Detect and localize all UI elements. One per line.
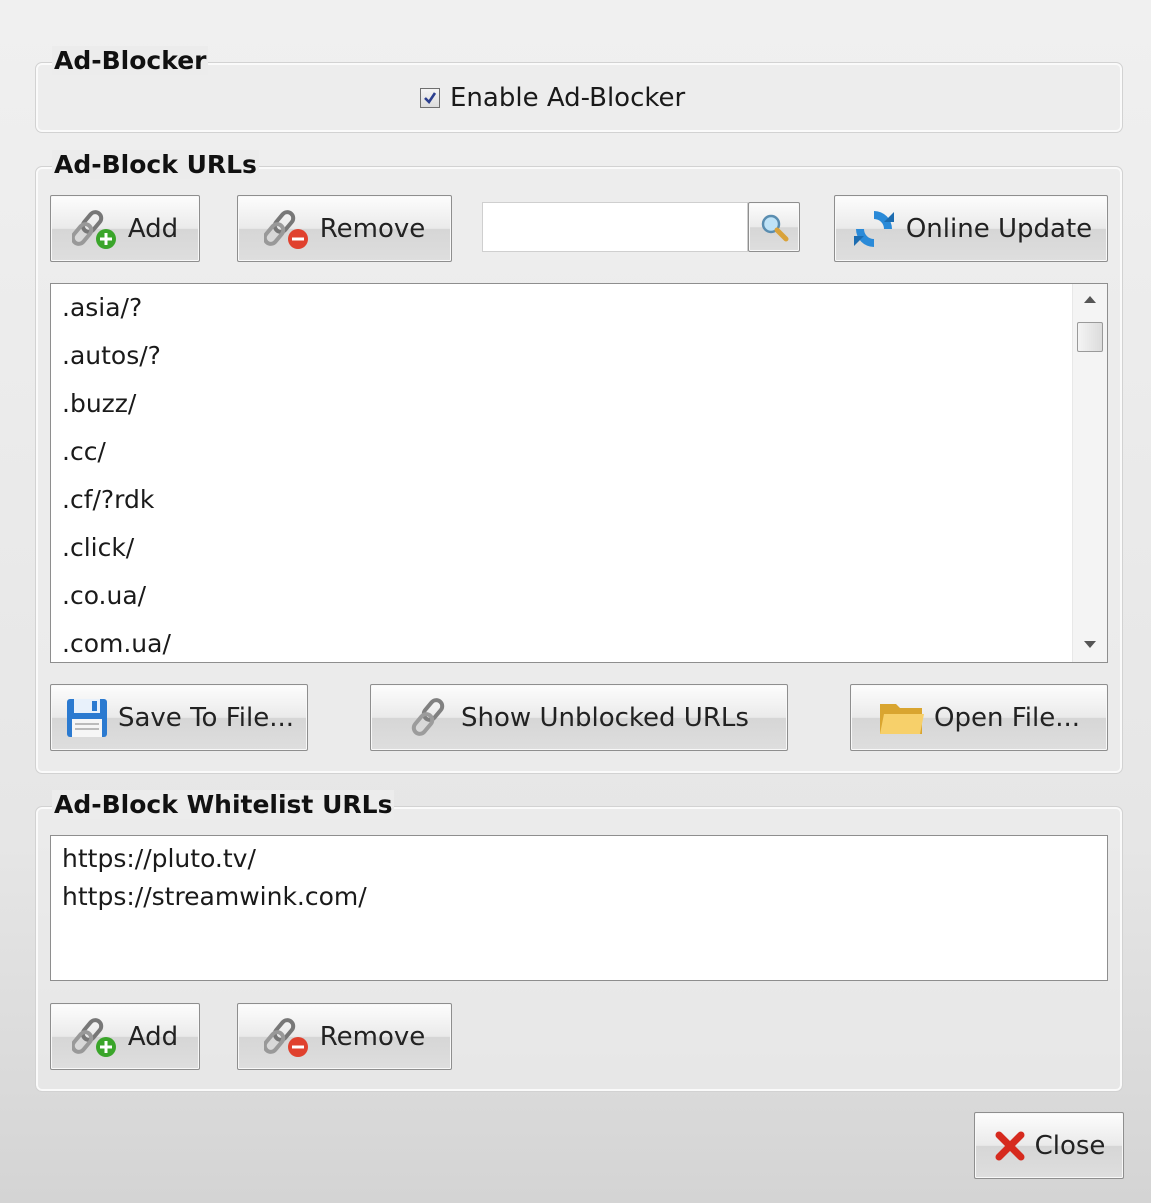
list-item[interactable]: .cf/?rdk [51,476,1073,524]
online-update-label: Online Update [905,213,1093,244]
urls-add-button[interactable]: Add [50,195,200,262]
close-button[interactable]: Close [974,1112,1124,1179]
link-remove-icon [263,1017,308,1057]
adblock-urls-legend: Ad-Block URLs [52,150,259,179]
folder-icon [879,703,924,734]
whitelist-listbox[interactable]: https://pluto.tv/ https://streamwink.com… [50,835,1108,981]
whitelist-remove-label: Remove [319,1021,426,1052]
urls-scrollbar[interactable] [1072,284,1107,662]
floppy-disk-icon [66,698,107,737]
checkmark-icon [424,92,437,105]
adblocker-group: Ad-Blocker Enable Ad-Blocker [35,46,1123,133]
whitelist-remove-button[interactable]: Remove [237,1003,452,1070]
open-file-label: Open File... [933,702,1080,733]
link-add-icon [71,209,116,249]
list-item[interactable]: https://streamwink.com/ [51,878,1107,916]
link-icon [411,697,445,736]
adblocker-legend: Ad-Blocker [52,46,209,75]
whitelist-legend: Ad-Block Whitelist URLs [52,790,395,819]
close-label: Close [1034,1130,1106,1161]
refresh-icon [853,210,894,247]
save-to-file-button[interactable]: Save To File... [50,684,308,751]
open-file-button[interactable]: Open File... [850,684,1108,751]
urls-remove-label: Remove [319,213,426,244]
urls-remove-button[interactable]: Remove [237,195,452,262]
whitelist-add-button[interactable]: Add [50,1003,200,1070]
show-unblocked-urls-button[interactable]: Show Unblocked URLs [370,684,788,751]
urls-search-button[interactable] [748,202,800,252]
list-item[interactable]: .asia/? [51,284,1073,332]
scroll-down-icon[interactable] [1084,641,1096,648]
magnifier-icon [761,214,789,242]
list-item[interactable]: .cc/ [51,428,1073,476]
list-item[interactable]: https://pluto.tv/ [51,840,1107,878]
list-item[interactable]: .com.ua/ [51,620,1073,662]
whitelist-add-label: Add [127,1021,179,1052]
scrollbar-thumb[interactable] [1077,322,1103,352]
urls-listbox[interactable]: .asia/? .autos/? .buzz/ .cc/ .cf/?rdk .c… [50,283,1108,663]
urls-add-label: Add [127,213,179,244]
list-item[interactable]: .click/ [51,524,1073,572]
online-update-button[interactable]: Online Update [834,195,1108,262]
urls-list: .asia/? .autos/? .buzz/ .cc/ .cf/?rdk .c… [51,284,1073,662]
link-add-icon [71,1017,116,1057]
list-item[interactable]: .buzz/ [51,380,1073,428]
enable-adblocker-checkbox-row[interactable]: Enable Ad-Blocker [420,83,685,113]
red-x-icon [995,1131,1025,1160]
show-unblocked-urls-label: Show Unblocked URLs [461,702,749,733]
urls-search-input[interactable] [482,202,748,252]
link-remove-icon [263,209,308,249]
list-item[interactable]: .autos/? [51,332,1073,380]
save-to-file-label: Save To File... [117,702,295,733]
enable-adblocker-label[interactable]: Enable Ad-Blocker [450,83,685,113]
enable-adblocker-checkbox[interactable] [420,88,440,108]
scroll-up-icon[interactable] [1084,296,1096,303]
list-item[interactable]: .co.ua/ [51,572,1073,620]
